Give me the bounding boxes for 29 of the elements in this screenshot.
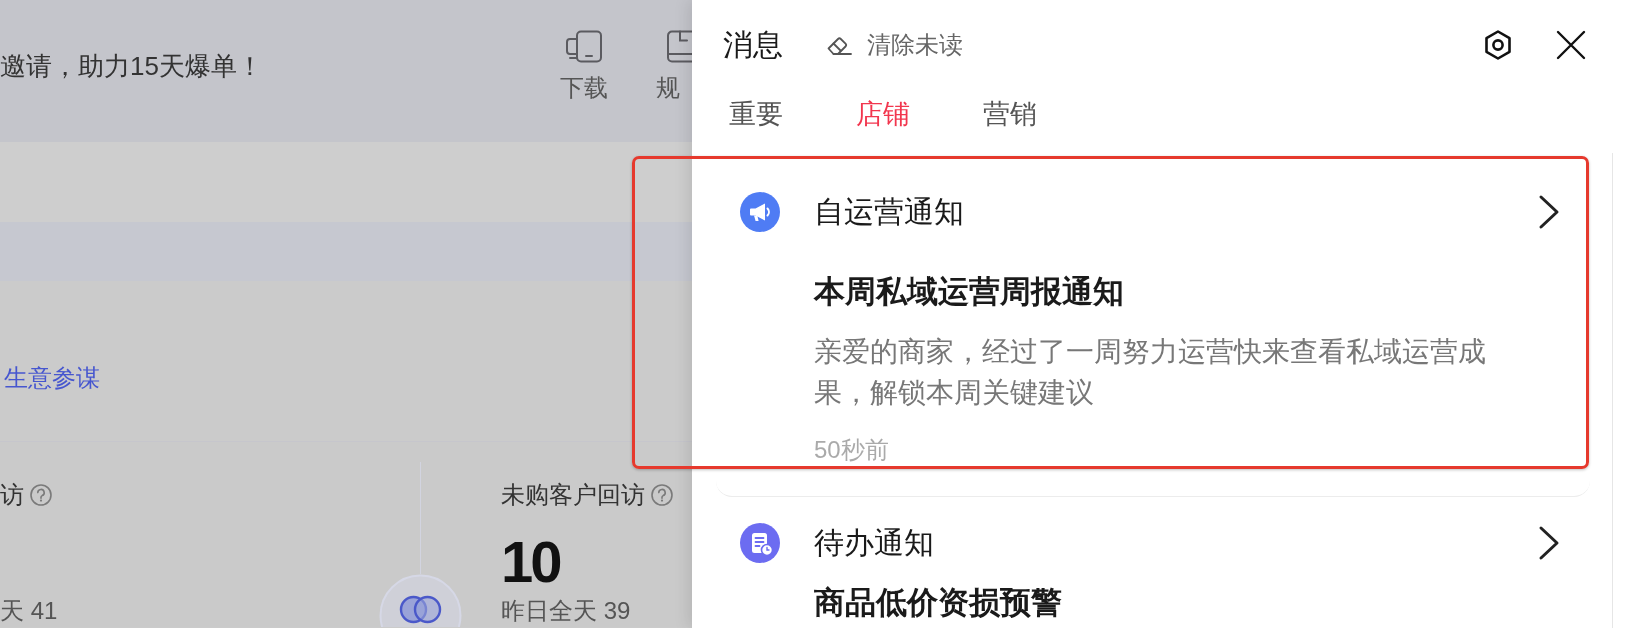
- notice-category: 待办通知: [814, 525, 934, 561]
- notice-time: 50秒前: [814, 436, 889, 464]
- tab[interactable]: 店铺: [856, 97, 910, 131]
- tab[interactable]: 营销: [983, 97, 1037, 131]
- link[interactable]: 生意参谋: [4, 364, 100, 391]
- close-icon[interactable]: [1556, 30, 1586, 60]
- stat-label: 未购客户回访: [501, 483, 645, 507]
- notice-title[interactable]: 商品低价资损预警: [814, 583, 1062, 623]
- notice-title[interactable]: 本周私域运营周报通知: [814, 272, 1124, 312]
- help-icon[interactable]: [651, 484, 673, 506]
- notice-text: 亲爱的商家，经过了一周努力运营快来查看私域运营成果，解锁本周关键建议: [814, 335, 1487, 410]
- overlap-circles-icon[interactable]: [379, 574, 462, 627]
- document-icon: [667, 30, 692, 63]
- help-icon[interactable]: [30, 484, 52, 506]
- devices-icon: [564, 30, 603, 63]
- stat-value: 10: [501, 533, 560, 591]
- stat-footnote: 昨日全天 39: [501, 599, 631, 623]
- toolbar-button[interactable]: 下载: [560, 0, 607, 102]
- chevron-icon[interactable]: [1538, 194, 1560, 230]
- stat-label: 访: [0, 483, 24, 507]
- stat-footnote: 天 41: [0, 599, 58, 623]
- panel-title: 消息: [723, 27, 783, 63]
- clear-unread-button[interactable]: 清除未读: [825, 31, 963, 59]
- chevron-icon[interactable]: [1538, 525, 1560, 561]
- notice-category: 自运营通知: [814, 194, 964, 230]
- banner-text: 邀请，助力15天爆单！: [0, 51, 263, 83]
- settings-icon[interactable]: [1483, 29, 1513, 61]
- tab[interactable]: 重要: [729, 97, 783, 131]
- toolbar-button[interactable]: 规: [656, 0, 692, 102]
